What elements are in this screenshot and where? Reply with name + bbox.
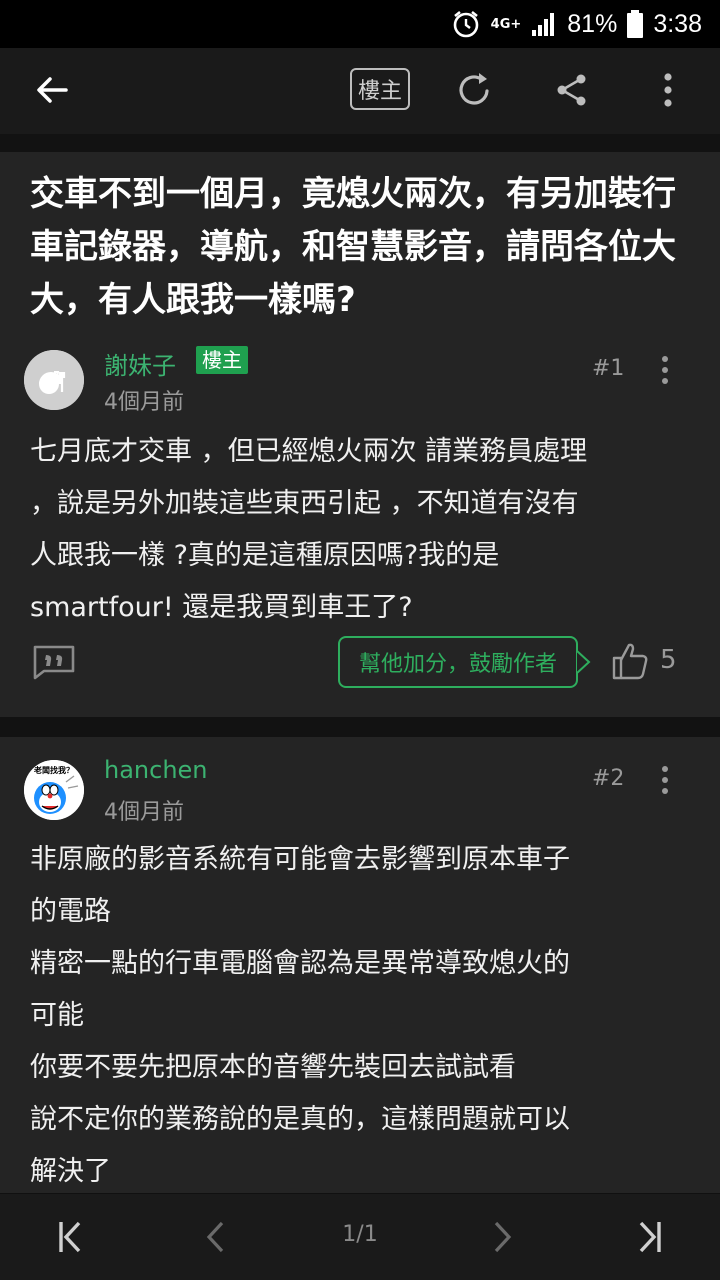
- content-line: 說不定你的業務說的是真的，這樣問題就可以: [30, 1104, 570, 1135]
- quote-icon: [33, 645, 75, 680]
- avatar[interactable]: [24, 350, 84, 410]
- previous-page-button[interactable]: [190, 1212, 240, 1262]
- content-line: 人跟我一樣 ?真的是這種原因嗎?我的是: [30, 540, 500, 571]
- clock: 3:38: [653, 9, 702, 38]
- content-line: 可能: [30, 1000, 84, 1031]
- chevron-right-icon: [494, 1221, 512, 1253]
- back-button[interactable]: [20, 58, 84, 122]
- cheer-author-button[interactable]: 幫他加分，鼓勵作者: [338, 636, 578, 688]
- content-line: 的電路: [30, 896, 111, 927]
- like-button[interactable]: [610, 640, 652, 682]
- page-indicator: 1/1: [342, 1222, 378, 1247]
- battery-percent: 81%: [567, 9, 618, 38]
- post-time: 4個月前: [104, 800, 184, 825]
- content-line: 解決了: [30, 1156, 111, 1187]
- like-count: 5: [660, 645, 677, 675]
- quote-button[interactable]: [32, 644, 76, 680]
- post-author[interactable]: hanchen: [104, 756, 208, 784]
- floor-number: #1: [592, 356, 625, 381]
- cheer-pointer-icon: [576, 650, 591, 674]
- last-page-icon: [639, 1221, 661, 1253]
- post-menu-button[interactable]: [653, 760, 677, 800]
- chevron-left-icon: [206, 1221, 224, 1253]
- post-menu-button[interactable]: [653, 350, 677, 390]
- more-options-button[interactable]: [636, 58, 700, 122]
- content-line: 七月底才交車 ，但已經熄火兩次 請業務員處理: [30, 436, 588, 467]
- last-page-button[interactable]: [624, 1212, 674, 1262]
- share-button[interactable]: [540, 58, 604, 122]
- owner-badge: 樓主: [196, 346, 248, 374]
- content-line: smartfour! 還是我買到車王了?: [30, 592, 413, 623]
- post-2-content: 非原廠的影音系統有可能會去影響到原本車子 的電路 精密一點的行車電腦會認為是異常…: [30, 834, 690, 1198]
- alarm-icon: [453, 10, 478, 38]
- svg-text:老闆找我？: 老闆找我？: [33, 765, 74, 775]
- post-time: 4個月前: [104, 390, 184, 415]
- post-separator: [0, 717, 720, 737]
- next-page-button[interactable]: [478, 1212, 528, 1262]
- thread-title: 交車不到一個月，竟熄火兩次，有另加裝行車記錄器，導航，和智慧影音，請問各位大大，…: [30, 174, 676, 320]
- more-vert-icon: [664, 73, 672, 107]
- signal-icon: [532, 13, 555, 36]
- back-arrow-icon: [37, 77, 68, 103]
- floor-number: #2: [592, 766, 625, 791]
- content-line: 你要不要先把原本的音響先裝回去試試看: [30, 1052, 516, 1083]
- avatar[interactable]: 老闆找我？: [24, 760, 84, 820]
- refresh-icon: [459, 73, 489, 105]
- thumbs-up-icon: [612, 643, 648, 680]
- network-type: 4G+: [490, 16, 522, 32]
- app-bar-divider: [0, 134, 720, 152]
- share-icon: [557, 74, 586, 106]
- refresh-button[interactable]: [443, 58, 507, 122]
- doraemon-avatar-icon: 老闆找我？: [24, 760, 84, 820]
- content-line: 非原廠的影音系統有可能會去影響到原本車子: [30, 844, 570, 875]
- first-page-icon: [59, 1221, 81, 1253]
- content-line: ，說是另外加裝這些東西引起 ，不知道有沒有: [30, 488, 579, 519]
- status-bar: 4G+ 81% 3:38: [0, 0, 720, 48]
- content-line: 精密一點的行車電腦會認為是異常導致熄火的: [30, 948, 570, 979]
- default-avatar-icon: [24, 350, 84, 410]
- post-1-content: 七月底才交車 ，但已經熄火兩次 請業務員處理 ，說是另外加裝這些東西引起 ，不知…: [30, 426, 690, 634]
- post-author[interactable]: 謝妹子: [104, 346, 176, 381]
- first-page-button[interactable]: [46, 1212, 96, 1262]
- owner-only-button[interactable]: 樓主: [350, 68, 410, 110]
- battery-icon: [627, 10, 644, 38]
